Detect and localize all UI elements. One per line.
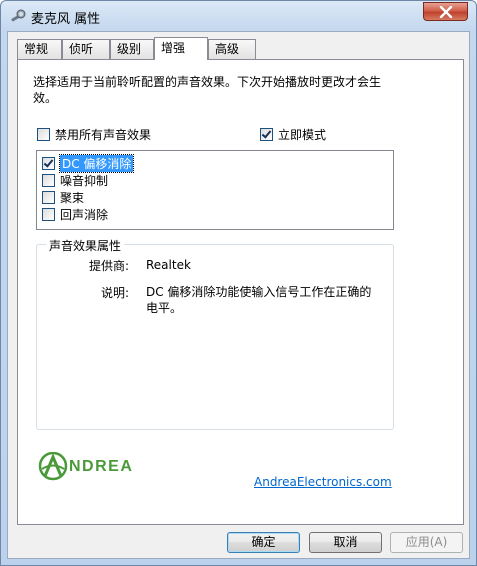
- title-bar[interactable]: 麦克风 属性: [1, 1, 476, 31]
- enhancements-description: 选择适用于当前聆听配置的声音效果。下次开始播放时更改才会生效。: [33, 75, 382, 105]
- effect-label: 噪音抑制: [60, 173, 109, 188]
- microphone-icon: [11, 9, 26, 22]
- checkbox-box: [260, 127, 273, 141]
- provider-label: 提供商:: [88, 259, 129, 273]
- andrea-logo: NDREA: [38, 451, 188, 485]
- list-item-echo-cancellation[interactable]: 回声消除: [42, 206, 108, 222]
- immediate-mode-label: 立即模式: [278, 127, 327, 142]
- tab-general[interactable]: 常规: [17, 39, 62, 59]
- tab-enhancements[interactable]: 增强: [154, 37, 208, 60]
- checkbox-box[interactable]: [42, 173, 55, 187]
- list-item-beamforming[interactable]: 聚束: [42, 189, 84, 205]
- effects-list[interactable]: DC 偏移消除 噪音抑制 聚束 回声消除: [36, 150, 394, 230]
- properties-window: 麦克风 属性 常规 侦听 级别 增强 高级 选择适用于当前聆听配置的声音效果。下…: [0, 0, 477, 566]
- disable-all-checkbox[interactable]: 禁用所有声音效果: [37, 126, 151, 142]
- close-button[interactable]: [423, 2, 468, 21]
- checkbox-box[interactable]: [42, 207, 55, 221]
- window-title: 麦克风 属性: [31, 12, 101, 27]
- apply-button[interactable]: 应用(A): [390, 532, 463, 553]
- list-item-dc-offset[interactable]: DC 偏移消除: [42, 153, 135, 173]
- immediate-mode-checkbox[interactable]: 立即模式: [260, 126, 326, 142]
- dialog-client: 常规 侦听 级别 增强 高级 选择适用于当前聆听配置的声音效果。下次开始播放时更…: [7, 31, 470, 559]
- disable-all-label: 禁用所有声音效果: [55, 127, 152, 142]
- provider-value: Realtek: [146, 258, 191, 272]
- andrea-website-link[interactable]: AndreaElectronics.com: [254, 475, 392, 489]
- tab-listen[interactable]: 侦听: [62, 39, 110, 59]
- checkbox-box[interactable]: [42, 190, 55, 204]
- close-icon: [439, 6, 453, 18]
- cancel-button[interactable]: 取消: [309, 532, 382, 553]
- ok-button[interactable]: 确定: [227, 532, 300, 553]
- effect-label: 聚束: [60, 190, 85, 205]
- description-value: DC 偏移消除功能使输入信号工作在正确的电平。: [146, 285, 372, 315]
- effect-label: 回声消除: [60, 207, 109, 222]
- andrea-logo-text: NDREA: [69, 458, 134, 475]
- tab-levels[interactable]: 级别: [110, 39, 154, 59]
- checkbox-box[interactable]: [42, 156, 55, 170]
- checkbox-box: [37, 127, 50, 141]
- group-title: 声音效果属性: [46, 237, 125, 254]
- description-label: 说明:: [100, 286, 129, 300]
- list-item-noise-suppression[interactable]: 噪音抑制: [42, 172, 108, 188]
- tab-advanced[interactable]: 高级: [208, 39, 256, 59]
- effect-label: DC 偏移消除: [58, 153, 135, 173]
